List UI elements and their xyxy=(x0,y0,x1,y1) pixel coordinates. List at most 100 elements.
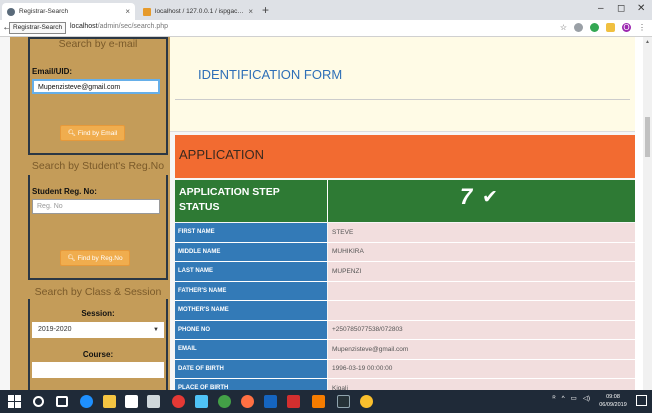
tab-title: Registrar-Search xyxy=(19,8,69,15)
find-by-email-button[interactable]: 🔍︎ Find by Email xyxy=(60,125,125,141)
browser-tab-bar: Registrar-Search × localhost / 127.0.0.1… xyxy=(0,0,652,20)
edge-browser-icon[interactable] xyxy=(80,395,93,408)
identification-form-header: IDENTIFICATION FORM xyxy=(170,37,635,132)
volume-icon[interactable]: ◁) xyxy=(583,394,590,402)
profile-avatar-icon[interactable]: O xyxy=(622,23,631,32)
email-label: Email/UID: xyxy=(32,67,73,76)
pdf-icon[interactable] xyxy=(287,395,300,408)
field-label: FIRST NAME xyxy=(175,223,327,242)
course-label: Course: xyxy=(82,350,114,359)
divider xyxy=(175,99,630,100)
table-row: MIDDLE NAME MUHIKIRA xyxy=(175,242,635,262)
field-label: MOTHER'S NAME xyxy=(175,301,327,320)
tab-close-icon[interactable]: × xyxy=(248,7,253,16)
button-label: Find by Email xyxy=(77,130,118,137)
field-value xyxy=(328,301,635,320)
regno-input[interactable]: Reg. No xyxy=(32,199,160,214)
tab-close-icon[interactable]: × xyxy=(125,7,130,16)
status-value: 7 xyxy=(460,184,473,209)
notification-icon[interactable] xyxy=(636,395,647,406)
windows-start-icon[interactable] xyxy=(8,395,21,408)
main-content: IDENTIFICATION FORM APPLICATION APPLICAT… xyxy=(170,37,635,390)
table-row: PLACE OF BIRTH Kigali xyxy=(175,379,635,390)
phpmyadmin-favicon-icon xyxy=(143,7,151,16)
course-select[interactable] xyxy=(32,362,164,378)
field-value: Kigali xyxy=(328,379,635,390)
search-by-class-panel: Search by Class & Session Session: 2019-… xyxy=(28,286,168,390)
url-tooltip: Registrar-Search xyxy=(9,22,67,34)
field-value: STEVE xyxy=(328,223,635,242)
word-icon[interactable] xyxy=(264,395,277,408)
panel-title: Search by Student's Reg.No xyxy=(31,160,165,172)
table-row: MOTHER'S NAME xyxy=(175,301,635,321)
people-icon[interactable]: ᴿ xyxy=(553,395,556,402)
terminal-icon[interactable] xyxy=(337,395,350,408)
store-icon[interactable] xyxy=(125,395,138,408)
table-row: LAST NAME MUPENZI xyxy=(175,262,635,282)
page-title: IDENTIFICATION FORM xyxy=(198,67,343,82)
search-icon[interactable] xyxy=(33,396,44,407)
field-value: MUPENZI xyxy=(328,262,635,281)
application-title: APPLICATION xyxy=(179,147,265,162)
field-value: 1996-03-19 00:00:00 xyxy=(328,359,635,378)
tab-registrar-search[interactable]: Registrar-Search × xyxy=(2,3,135,20)
network-icon[interactable]: ▭ xyxy=(571,394,577,402)
scroll-up-icon[interactable]: ▲ xyxy=(645,39,650,45)
button-label: Find by Reg.No xyxy=(77,255,123,262)
session-select[interactable]: 2019-2020 ▼ xyxy=(32,322,164,338)
table-row: FATHER'S NAME xyxy=(175,281,635,301)
field-label: PHONE NO xyxy=(175,320,327,339)
address-bar: ← Registrar-Search localhost/admin/sec/s… xyxy=(0,20,652,37)
chevron-up-icon[interactable]: ^ xyxy=(562,395,565,402)
opera-icon[interactable] xyxy=(172,395,185,408)
field-value xyxy=(328,281,635,300)
search-by-email-panel: Search by e-mail Email/UID: Mupenzisteve… xyxy=(28,37,168,155)
page-scrollbar[interactable]: ▲ xyxy=(643,37,652,390)
scrollbar-thumb[interactable] xyxy=(645,117,650,157)
search-sidebar: Search by e-mail Email/UID: Mupenzisteve… xyxy=(10,37,170,390)
email-input[interactable]: Mupenzisteve@gmail.com xyxy=(32,79,160,94)
chevron-down-icon: ▼ xyxy=(153,327,159,333)
url-field[interactable]: localhost/admin/sec/search.php xyxy=(70,23,168,30)
search-by-regno-panel: Search by Student's Reg.No Student Reg. … xyxy=(28,160,168,280)
checkmark-icon: ✔ xyxy=(482,187,498,208)
extension-icon[interactable] xyxy=(590,23,599,32)
address-bar-icons: ☆ O ⋮ xyxy=(560,23,646,32)
tab-title: localhost / 127.0.0.1 / ispgac_iu... xyxy=(155,8,246,15)
extension-icon[interactable] xyxy=(606,23,615,32)
screen: Registrar-Search × localhost / 127.0.0.1… xyxy=(0,0,652,413)
minimize-button[interactable]: – xyxy=(598,3,604,14)
field-value: +250785077538/072803 xyxy=(328,320,635,339)
panel-title: Search by e-mail xyxy=(58,38,138,50)
clock-time: 09:08 xyxy=(606,394,620,400)
extension-icon[interactable] xyxy=(574,23,583,32)
new-tab-button[interactable]: + xyxy=(262,3,269,17)
table-row: FIRST NAME STEVE xyxy=(175,223,635,243)
field-label: EMAIL xyxy=(175,340,327,359)
maximize-button[interactable]: ◻ xyxy=(617,3,625,14)
session-value: 2019-2020 xyxy=(38,326,72,333)
clock-date: 06/09/2019 xyxy=(599,402,627,408)
task-view-icon[interactable] xyxy=(56,396,68,407)
applicant-details-table: FIRST NAME STEVE MIDDLE NAME MUHIKIRA LAST… xyxy=(175,223,635,390)
system-clock[interactable]: 09:08 06/09/2019 xyxy=(596,393,630,409)
bookmark-star-icon[interactable]: ☆ xyxy=(560,23,567,32)
tab-phpmyadmin[interactable]: localhost / 127.0.0.1 / ispgac_iu... × xyxy=(138,3,258,20)
system-tray[interactable]: ᴿ ^ ▭ ◁) xyxy=(553,394,590,403)
chrome-icon[interactable] xyxy=(360,395,373,408)
mail-icon[interactable] xyxy=(147,395,160,408)
field-label: PLACE OF BIRTH xyxy=(175,379,327,390)
session-label: Session: xyxy=(81,309,115,318)
file-explorer-icon[interactable] xyxy=(103,395,116,408)
table-row: DATE OF BIRTH 1996-03-19 00:00:00 xyxy=(175,359,635,379)
panel-title: Search by Class & Session xyxy=(34,286,162,298)
close-window-button[interactable]: ✕ xyxy=(637,3,645,14)
field-label: MIDDLE NAME xyxy=(175,242,327,261)
app-icon[interactable] xyxy=(195,395,208,408)
firefox-icon[interactable] xyxy=(241,395,254,408)
menu-kebab-icon[interactable]: ⋮ xyxy=(638,23,646,32)
app-icon[interactable] xyxy=(312,395,325,408)
find-by-regno-button[interactable]: 🔍︎ Find by Reg.No xyxy=(60,250,130,266)
divider xyxy=(327,180,328,222)
app-icon[interactable] xyxy=(218,395,231,408)
